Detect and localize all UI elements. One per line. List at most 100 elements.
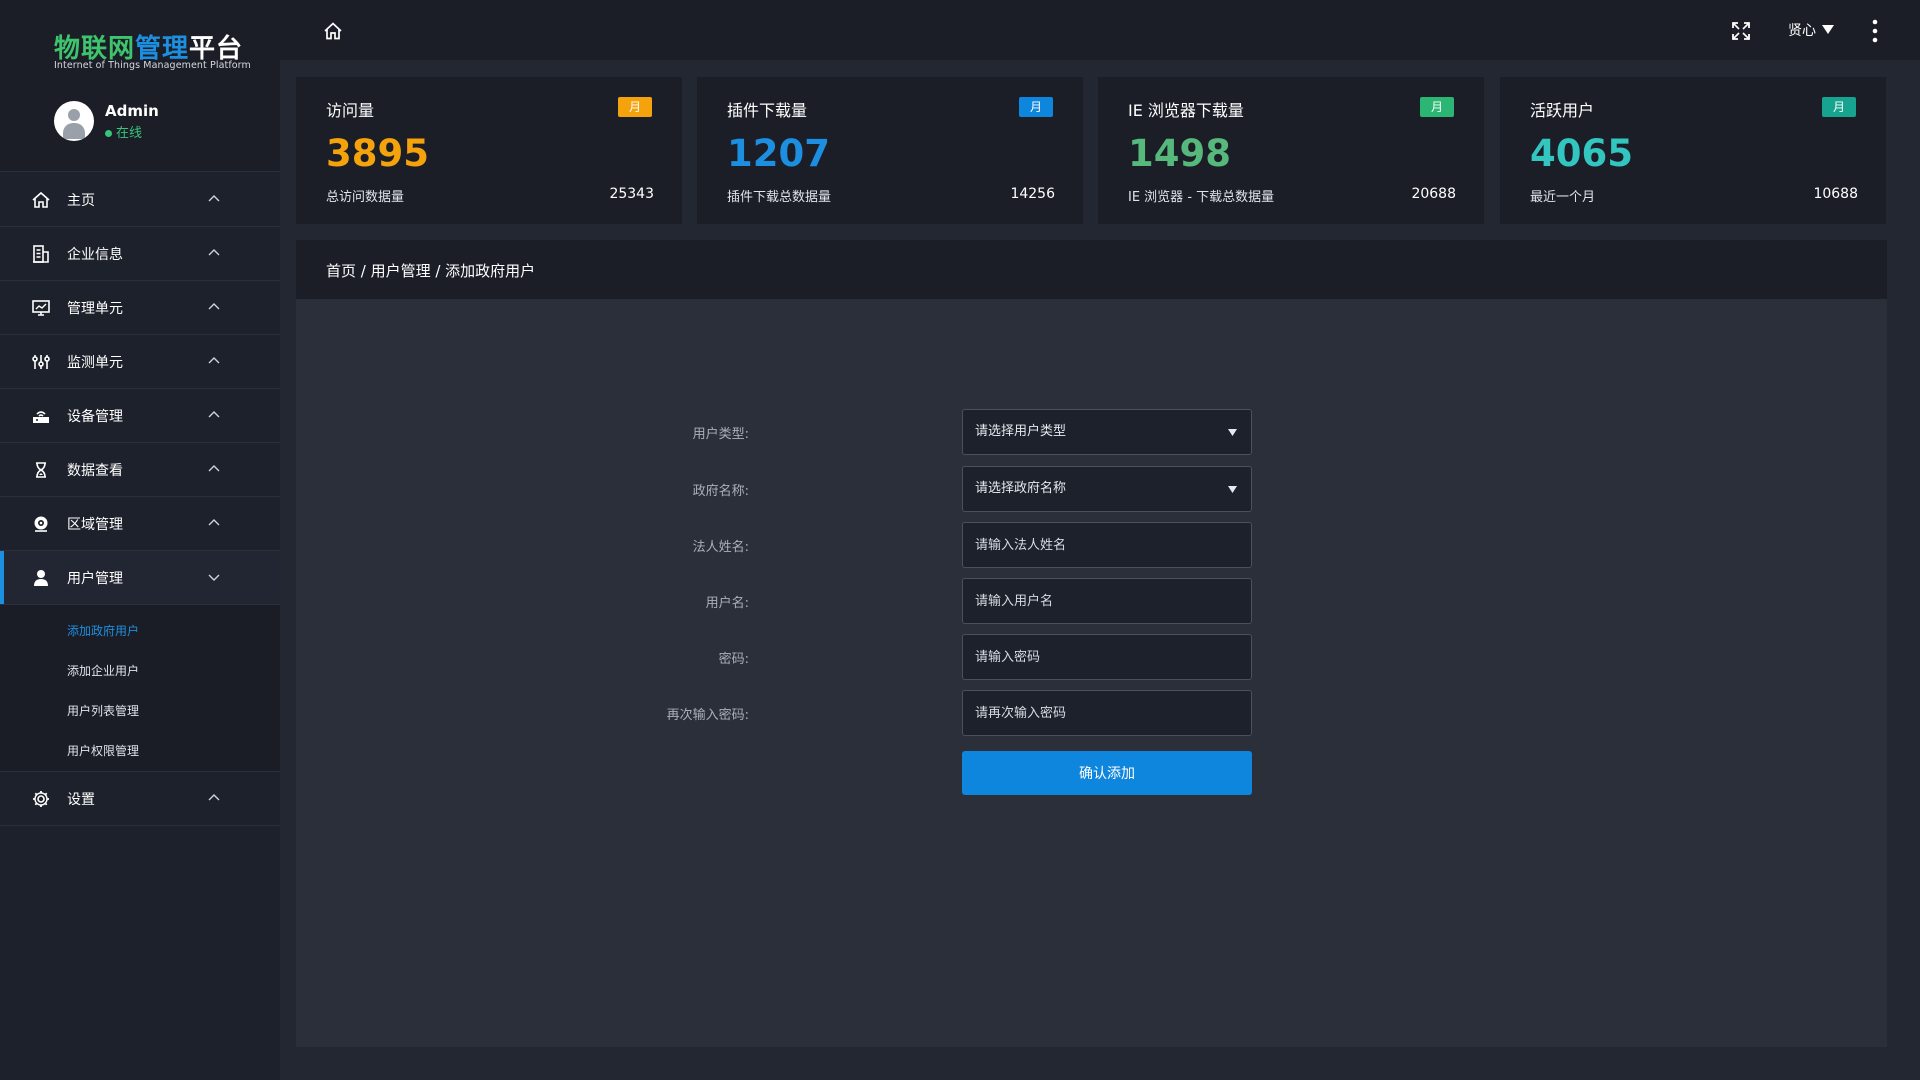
submenu-user-list[interactable]: 用户列表管理 [0,691,280,731]
password-input[interactable] [962,634,1252,680]
sidebar-item-users[interactable]: 用户管理 [0,551,280,605]
legal-name-label: 法人姓名: [692,540,749,555]
user-status: 在线 [105,122,142,141]
user-icon [30,568,52,588]
stat-card-active-users: 活跃用户 月 4065 最近一个月 10688 [1500,77,1886,224]
stat-card-visits: 访问量 月 3895 总访问数据量 25343 [296,77,682,224]
sidebar-item-label: 管理单元 [67,300,123,317]
avatar-body [63,123,85,139]
stat-total: 25343 [609,186,654,202]
add-gov-user-form: 用户类型: 请选择用户类型 政府名称: 请选择政府名称 法人姓名: 用户名: 密… [296,299,1887,1047]
submenu-add-gov-user[interactable]: 添加政府用户 [0,611,280,651]
period-badge: 月 [1019,97,1053,117]
stat-total: 10688 [1813,186,1858,202]
sidebar-item-label: 监测单元 [67,354,123,371]
user-type-label: 用户类型: [692,427,749,442]
user-dropdown[interactable]: 贤心 [1788,20,1834,40]
status-dot-icon [105,130,112,137]
location-icon [30,514,52,534]
sidebar-item-device[interactable]: 设备管理 [0,389,280,443]
form-row-password-confirm: 再次输入密码: [296,690,1887,736]
period-badge: 月 [618,97,652,117]
user-type-select[interactable]: 请选择用户类型 [962,409,1252,455]
submenu-add-company-user[interactable]: 添加企业用户 [0,651,280,691]
sidebar-item-label: 设备管理 [67,408,123,425]
username-input[interactable] [962,578,1252,624]
chevron-up-icon [208,195,220,202]
form-row-username: 用户名: [296,578,1887,624]
stat-card-ie-downloads: IE 浏览器下载量 月 1498 IE 浏览器 - 下载总数据量 20688 [1098,77,1484,224]
sliders-icon [30,352,52,372]
home-icon[interactable] [322,20,344,42]
chevron-up-icon [208,411,220,418]
stat-value: 1207 [727,132,830,175]
password-confirm-label: 再次输入密码: [666,708,749,723]
monitor-chart-icon [30,298,52,318]
sidebar-item-data-view[interactable]: 数据查看 [0,443,280,497]
legal-name-input[interactable] [962,522,1252,568]
username-label: 用户名: [705,596,749,611]
home-icon [30,190,52,210]
sidebar-item-monitor-unit[interactable]: 监测单元 [0,335,280,389]
sidebar-item-settings[interactable]: 设置 [0,772,280,826]
password-confirm-input[interactable] [962,690,1252,736]
stat-desc: IE 浏览器 - 下载总数据量 [1128,190,1275,205]
gov-name-placeholder: 请选择政府名称 [975,481,1067,496]
user-dropdown-label: 贤心 [1788,23,1816,39]
fullscreen-icon[interactable] [1730,20,1752,42]
gear-icon [30,789,52,809]
chevron-up-icon [208,357,220,364]
chevron-up-icon [208,794,220,801]
period-badge: 月 [1420,97,1454,117]
sidebar-item-label: 数据查看 [67,462,123,479]
stat-card-plugin-downloads: 插件下载量 月 1207 插件下载总数据量 14256 [697,77,1083,224]
caret-down-icon [1228,429,1237,436]
user-name: Admin [105,102,159,120]
form-row-gov-name: 政府名称: 请选择政府名称 [296,466,1887,512]
form-row-password: 密码: [296,634,1887,680]
period-badge: 月 [1822,97,1856,117]
hourglass-icon [30,460,52,480]
stat-desc: 插件下载总数据量 [727,190,832,205]
avatar-head [68,109,80,121]
brand-area: 物联网管理平台 Internet of Things Management Pl… [0,0,280,172]
chevron-up-icon [208,303,220,310]
gov-name-select[interactable]: 请选择政府名称 [962,466,1252,512]
breadcrumb-bar: 首页 / 用户管理 / 添加政府用户 [296,240,1887,299]
password-label: 密码: [718,652,749,667]
router-icon [30,406,52,426]
more-vertical-icon[interactable] [1871,18,1879,44]
stat-title: 插件下载量 [727,101,808,120]
confirm-add-button[interactable]: 确认添加 [962,751,1252,795]
sidebar-item-region[interactable]: 区域管理 [0,497,280,551]
stat-desc: 总访问数据量 [326,190,405,205]
chevron-up-icon [208,249,220,256]
sidebar-item-label: 设置 [67,791,95,808]
sidebar: 物联网管理平台 Internet of Things Management Pl… [0,0,280,1080]
stat-value: 4065 [1530,132,1633,175]
building-icon [30,244,52,264]
sidebar-item-home[interactable]: 主页 [0,173,280,227]
form-row-user-type: 用户类型: 请选择用户类型 [296,409,1887,455]
sidebar-item-label: 用户管理 [67,570,123,587]
caret-down-icon [1228,486,1237,493]
form-row-legal-name: 法人姓名: [296,522,1887,568]
user-type-placeholder: 请选择用户类型 [975,424,1067,439]
app-subtitle: Internet of Things Management Platform [54,60,251,71]
chevron-up-icon [208,465,220,472]
stat-title: 活跃用户 [1530,101,1595,120]
submenu-user-permissions[interactable]: 用户权限管理 [0,731,280,771]
stat-value: 3895 [326,132,429,175]
user-status-text: 在线 [116,126,143,141]
sidebar-item-label: 主页 [67,192,95,209]
stat-total: 14256 [1010,186,1055,202]
sidebar-item-label: 区域管理 [67,516,123,533]
sidebar-menu: 主页 企业信息 管理单元 监测单元 设备管理 数据查看 区域管理 用户管理 添加… [0,173,280,826]
chevron-up-icon [208,519,220,526]
sidebar-item-company[interactable]: 企业信息 [0,227,280,281]
sidebar-item-management-unit[interactable]: 管理单元 [0,281,280,335]
sidebar-item-label: 企业信息 [67,246,123,263]
gov-name-label: 政府名称: [692,484,749,499]
stat-value: 1498 [1128,132,1231,175]
avatar[interactable] [54,101,94,141]
